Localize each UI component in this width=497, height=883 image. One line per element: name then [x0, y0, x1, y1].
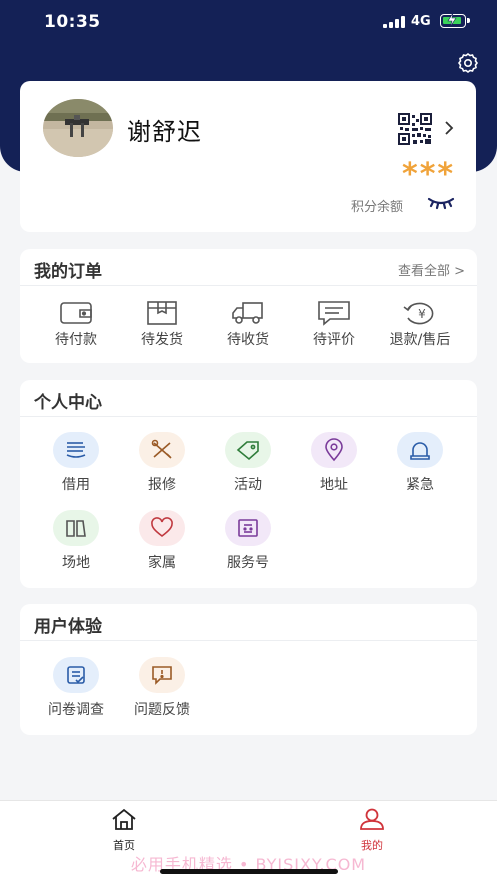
orders-title: 我的订单: [34, 262, 102, 282]
feedback-icon: [152, 666, 172, 685]
service-icon: [238, 519, 258, 537]
tab-home[interactable]: 首页: [94, 807, 154, 853]
personal-venue[interactable]: 场地: [33, 510, 119, 572]
divider: [20, 416, 477, 417]
orders-card: 我的订单 查看全部 > 待付款 待发货 待收货 待评价 ¥ 退款/售后: [20, 249, 477, 363]
personal-activity[interactable]: 活动: [205, 432, 291, 494]
order-pending-review[interactable]: 待评价: [291, 299, 377, 349]
order-item-label: 待评价: [313, 332, 355, 348]
personal-item-label: 场地: [62, 555, 90, 571]
wallet-icon: [60, 302, 92, 324]
personal-emergency[interactable]: 紧急: [377, 432, 463, 494]
personal-center-card: 个人中心 借用 报修 活动 地址 紧急 场地 家属 服务号: [20, 380, 477, 588]
points-label: 积分余额: [351, 200, 404, 215]
avatar[interactable]: [43, 99, 113, 157]
status-time: 10:35: [44, 12, 101, 32]
experience-survey[interactable]: 问卷调查: [33, 657, 119, 719]
heart-icon: [151, 517, 173, 538]
network-label: 4G: [411, 14, 431, 29]
personal-family[interactable]: 家属: [119, 510, 205, 572]
survey-icon: [67, 666, 85, 684]
eye-closed-icon[interactable]: [427, 195, 455, 211]
alarm-icon: [410, 442, 430, 460]
view-all-link[interactable]: 查看全部 >: [398, 260, 465, 279]
profile-card: 谢舒迟 *** 积分余额: [20, 81, 476, 232]
personal-address[interactable]: 地址: [291, 432, 377, 494]
svg-text:¥: ¥: [418, 307, 426, 321]
tag-icon: [236, 441, 259, 461]
signal-icon: [383, 16, 405, 28]
personal-item-label: 活动: [234, 477, 262, 493]
experience-item-label: 问题反馈: [134, 702, 190, 718]
tab-mine[interactable]: 我的: [342, 807, 402, 853]
home-icon: [112, 808, 136, 830]
personal-item-label: 借用: [62, 477, 90, 493]
order-pending-payment[interactable]: 待付款: [33, 299, 119, 349]
venue-icon: [66, 520, 86, 537]
order-item-label: 待收货: [227, 332, 269, 348]
personal-service-account[interactable]: 服务号: [205, 510, 291, 572]
order-pending-receipt[interactable]: 待收货: [205, 299, 291, 349]
order-item-label: 待发货: [141, 332, 183, 348]
order-item-label: 待付款: [55, 332, 97, 348]
divider: [20, 640, 477, 641]
personal-item-label: 服务号: [227, 555, 269, 571]
repair-icon: [151, 439, 172, 459]
personal-title: 个人中心: [34, 393, 102, 413]
experience-feedback[interactable]: 问题反馈: [119, 657, 205, 719]
user-icon: [360, 808, 384, 830]
points-value: ***: [402, 157, 456, 192]
personal-repair[interactable]: 报修: [119, 432, 205, 494]
personal-item-label: 家属: [148, 555, 176, 571]
user-experience-card: 用户体验 问卷调查 问题反馈: [20, 604, 477, 735]
home-indicator[interactable]: [160, 869, 338, 874]
qr-code-icon[interactable]: [398, 113, 432, 145]
order-refund[interactable]: ¥ 退款/售后: [377, 299, 463, 349]
order-pending-shipment[interactable]: 待发货: [119, 299, 205, 349]
chevron-right-icon[interactable]: [442, 118, 456, 138]
borrow-icon: [66, 442, 86, 458]
experience-title: 用户体验: [34, 617, 102, 637]
truck-icon: [232, 302, 263, 324]
personal-item-label: 报修: [148, 477, 176, 493]
refund-icon: ¥: [403, 302, 434, 325]
divider: [20, 285, 477, 286]
personal-borrow[interactable]: 借用: [33, 432, 119, 494]
order-item-label: 退款/售后: [389, 332, 451, 348]
personal-item-label: 紧急: [406, 477, 434, 493]
experience-item-label: 问卷调查: [48, 702, 104, 718]
location-icon: [325, 438, 343, 462]
settings-gear-icon[interactable]: [456, 51, 480, 75]
comment-icon: [318, 301, 350, 326]
status-bar: 10:35 4G: [0, 0, 497, 46]
battery-icon: [440, 13, 470, 28]
personal-item-label: 地址: [320, 477, 348, 493]
username: 谢舒迟: [127, 118, 202, 146]
package-icon: [147, 301, 177, 325]
